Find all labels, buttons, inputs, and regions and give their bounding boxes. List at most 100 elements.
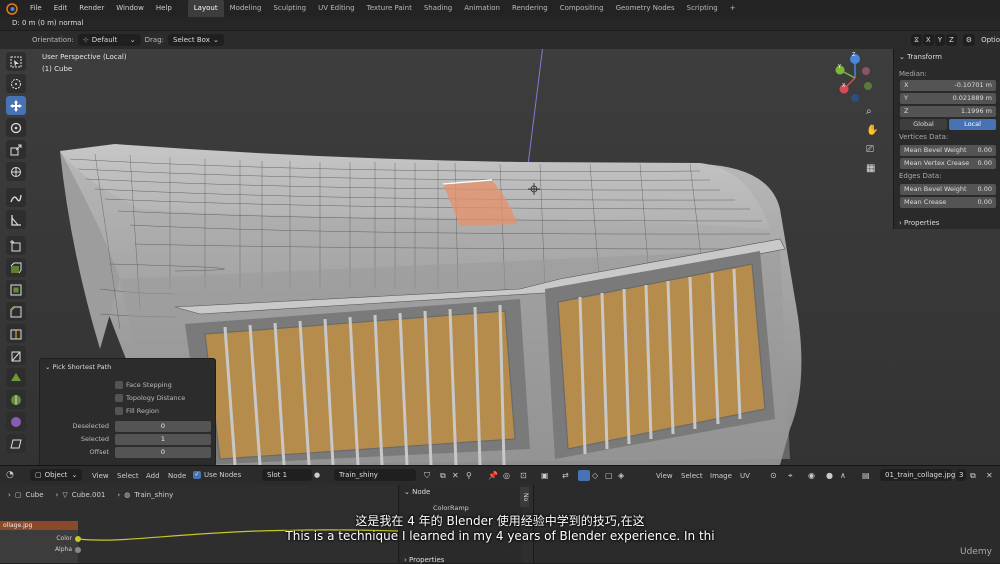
tab-compositing[interactable]: Compositing [554,0,610,17]
falloff-icon[interactable]: ∧ [840,471,846,480]
bevel-tool-icon[interactable] [6,302,26,321]
image-menu-image[interactable]: Image [710,472,732,480]
transform-header[interactable]: ⌄ Transform [899,53,942,61]
axis-z-toggle[interactable]: Z [945,34,957,46]
snapping-icon[interactable]: ⌖ [788,471,793,481]
snap-icon[interactable]: ◎ [503,471,510,480]
blender-logo-icon[interactable] [4,1,20,17]
alpha-socket[interactable] [75,547,81,553]
selected-field[interactable]: 1 [115,434,211,445]
image-menu-view[interactable]: View [656,472,673,480]
node-sidebar-tab[interactable]: No [520,487,529,507]
tab-layout[interactable]: Layout [187,0,224,17]
hand-pan-icon[interactable]: ✋ [866,125,878,136]
poly-build-tool-icon[interactable] [6,368,26,387]
tab-rendering[interactable]: Rendering [506,0,554,17]
close-icon[interactable]: ✕ [452,471,459,480]
tab-animation[interactable]: Animation [458,0,506,17]
overlay-icon[interactable]: ⊡ [520,471,527,480]
image-menu-uv[interactable]: UV [740,472,750,480]
extrude-tool-icon[interactable] [6,258,26,277]
face-stepping-checkbox[interactable]: Face Stepping [115,381,172,389]
loop-cut-tool-icon[interactable] [6,324,26,343]
median-y-field[interactable]: Y 0.021889 m [900,93,996,104]
axis-y-toggle[interactable]: Y [934,34,945,46]
pivot-icon[interactable]: ⊙ [770,471,777,480]
shield-icon[interactable]: ⛉ [424,471,430,481]
breadcrumb-mesh[interactable]: Cube.001 [72,491,106,499]
camera-icon[interactable]: ⎚ [866,144,874,155]
median-x-field[interactable]: X -0.10701 m [900,80,996,91]
duplicate-icon[interactable]: ⧉ [970,471,976,481]
add-cube-tool-icon[interactable] [6,236,26,255]
smooth-tool-icon[interactable] [6,412,26,431]
properties-header[interactable]: › Properties [899,219,939,227]
grid-icon[interactable]: ▦ [866,163,875,174]
node-menu-add[interactable]: Add [146,472,160,480]
tab-scripting[interactable]: Scripting [681,0,724,17]
edge-mean-bevel-weight-field[interactable]: Mean Bevel Weight 0.00 [900,184,996,195]
spin-tool-icon[interactable] [6,390,26,409]
tab-modeling[interactable]: Modeling [224,0,268,17]
image-icon[interactable]: ▤ [862,471,870,480]
transform-tool-icon[interactable] [6,162,26,181]
gizmo-y-label[interactable]: Y [838,64,841,70]
image-users-count[interactable]: 3 [956,469,967,481]
node-menu-node[interactable]: Node [168,472,186,480]
scale-tool-icon[interactable] [6,140,26,159]
move-tool-icon[interactable] [6,96,26,115]
island-select-icon[interactable]: ◈ [618,471,624,480]
image-editor-icon[interactable]: ▣ [541,471,549,480]
tab-geometry-nodes[interactable]: Geometry Nodes [610,0,681,17]
image-name-field[interactable]: 01_train_collage.jpg [880,469,955,481]
drag-dropdown[interactable]: Select Box ⌄ [168,34,224,46]
sync-selection-icon[interactable]: ⇄ [562,471,569,480]
local-toggle[interactable]: Local [949,119,996,130]
orientation-dropdown[interactable]: ⊹ Default ⌄ [77,34,141,46]
sphere-icon[interactable]: ● [826,471,833,480]
node-panel-header[interactable]: ⌄ Node [404,488,430,496]
mean-vertex-crease-field[interactable]: Mean Vertex Crease 0.00 [900,158,996,169]
gizmo-x-label[interactable]: X [842,83,845,89]
material-name-field[interactable]: Train_shiny [334,469,416,481]
proportional-edit-icon[interactable]: ◉ [808,471,815,480]
menu-file[interactable]: File [24,0,48,17]
node-menu-view[interactable]: View [92,472,109,480]
options-button[interactable]: Optio [981,36,1000,44]
tab-sculpting[interactable]: Sculpting [267,0,312,17]
pin-icon[interactable]: 📌 [488,471,498,480]
mean-crease-field[interactable]: Mean Crease 0.00 [900,197,996,208]
breadcrumb-object[interactable]: Cube [25,491,43,499]
slot-dropdown[interactable]: Slot 1 [262,469,312,481]
face-select-icon[interactable]: ▢ [605,471,613,480]
tab-texture-paint[interactable]: Texture Paint [361,0,418,17]
rotate-tool-icon[interactable] [6,118,26,137]
vertex-select-icon[interactable] [578,470,590,481]
inset-tool-icon[interactable] [6,280,26,299]
median-z-field[interactable]: Z 1.1996 m [900,106,996,117]
global-toggle[interactable]: Global [900,119,947,130]
measure-tool-icon[interactable] [6,210,26,229]
object-mode-dropdown[interactable]: ▢ Object ⌄ [30,469,83,481]
cursor-tool-icon[interactable] [6,74,26,93]
fill-region-checkbox[interactable]: Fill Region [115,407,159,415]
pin-icon[interactable]: ⚲ [466,471,472,480]
node-menu-select[interactable]: Select [117,472,139,480]
annotate-tool-icon[interactable] [6,188,26,207]
tab-uv-editing[interactable]: UV Editing [312,0,361,17]
topology-distance-checkbox[interactable]: Topology Distance [115,394,185,402]
offset-field[interactable]: 0 [115,447,211,458]
menu-render[interactable]: Render [73,0,110,17]
tab-shading[interactable]: Shading [418,0,458,17]
editor-type-icon[interactable]: ◔ [6,470,14,480]
close-icon[interactable]: ✕ [986,471,993,480]
knife-tool-icon[interactable] [6,346,26,365]
gizmo-z-label[interactable]: Z [852,52,855,58]
image-menu-select[interactable]: Select [681,472,703,480]
deselected-field[interactable]: 0 [115,421,211,432]
axis-x-toggle[interactable]: X [922,34,934,46]
menu-help[interactable]: Help [150,0,178,17]
mirror-icon[interactable]: ⧖ [910,34,922,46]
menu-edit[interactable]: Edit [48,0,74,17]
mean-bevel-weight-field[interactable]: Mean Bevel Weight 0.00 [900,145,996,156]
